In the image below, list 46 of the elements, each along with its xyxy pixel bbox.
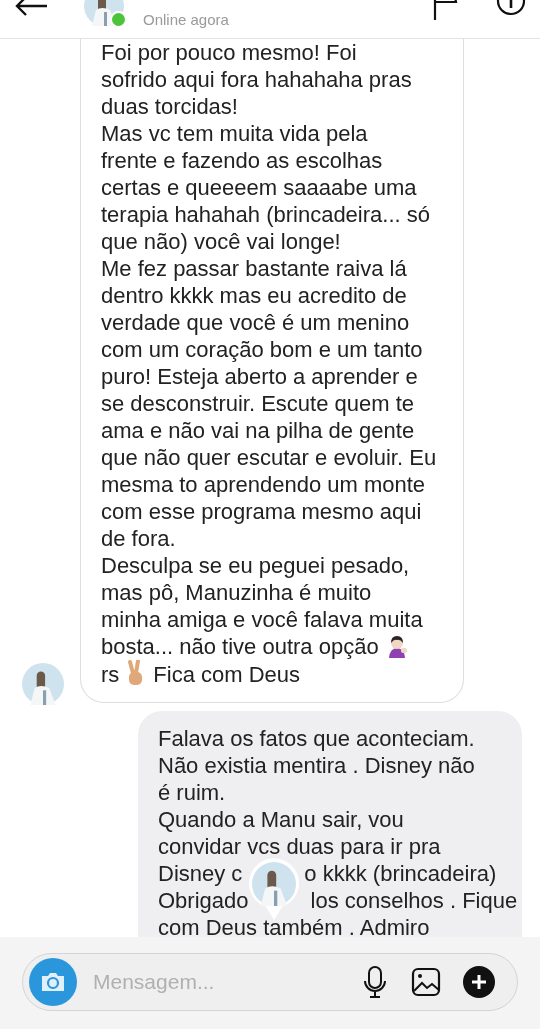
- message-field[interactable]: Mensagem...: [22, 953, 518, 1011]
- camera-icon: [40, 971, 66, 993]
- message-text: terapia hahahah (brincadeira... só: [101, 202, 430, 227]
- message-text: rs: [101, 662, 120, 687]
- message-text: com esse programa mesmo aqui: [101, 499, 422, 524]
- message-text: Foi por pouco mesmo! Foi: [101, 40, 357, 65]
- message-text: bosta... não tive outra opção: [101, 634, 379, 659]
- status-text: Online agora: [143, 11, 229, 28]
- message-text: Quando a Manu sair, vou: [158, 807, 404, 832]
- message-text: Disney c: [158, 861, 243, 886]
- message-text: Obrigado: [158, 888, 249, 913]
- message-text: Me fez passar bastante raiva lá: [101, 256, 407, 281]
- message-text: com um coração bom e um tanto: [101, 337, 423, 362]
- message-text: Não existia mentira . Disney não: [158, 753, 475, 778]
- message-text: dentro kkkk mas eu acredito de: [101, 283, 407, 308]
- message-text: verdade que você é um menino: [101, 310, 410, 335]
- message-text: de fora.: [101, 526, 176, 551]
- message-text: que não) você vai longe!: [101, 229, 341, 254]
- gallery-icon[interactable]: [411, 967, 441, 997]
- add-icon[interactable]: [463, 966, 495, 998]
- message-text: mas pô, Manuzinha é muito: [101, 580, 372, 605]
- microphone-icon[interactable]: [363, 966, 387, 998]
- message-text: duas torcidas!: [101, 94, 238, 119]
- message-text: Falava os fatos que aconteciam.: [158, 726, 475, 751]
- flag-icon[interactable]: [432, 0, 460, 22]
- message-text: Fica com Deus: [153, 662, 301, 687]
- camera-button[interactable]: [29, 958, 77, 1006]
- message-text: Desculpa se eu peguei pesado,: [101, 553, 410, 578]
- message-text: frente e fazendo as escolhas: [101, 148, 383, 173]
- message-text: com Deus também . Admiro: [158, 915, 430, 937]
- message-text: minha amiga e você falava muita: [101, 607, 423, 632]
- message-text: que não quer escutar e evoluir. Eu: [101, 445, 437, 470]
- message-input[interactable]: Mensagem...: [91, 969, 349, 995]
- seen-avatar-icon: [248, 858, 301, 920]
- message-text: sofrido aqui fora hahahaha pras: [101, 67, 412, 92]
- message-text: se desconstruir. Escute quem te: [101, 391, 415, 416]
- message-text: é ruim.: [158, 780, 226, 805]
- message-text: Mas vc tem muita vida pela: [101, 121, 368, 146]
- message-text: ama e não vai na pilha de gente: [101, 418, 415, 443]
- message-text: puro! Esteja aberto a aprender e: [101, 364, 418, 389]
- message-text: convidar vcs duas para ir pra: [158, 834, 441, 859]
- message-text: los conselhos . Fique: [310, 888, 518, 913]
- message-text: o kkkk (brincadeira): [304, 861, 497, 886]
- message-text: certas e queeeem saaaabe uma: [101, 175, 417, 200]
- message-text: mesma to aprendendo um monte: [101, 472, 426, 497]
- back-icon[interactable]: [14, 0, 48, 17]
